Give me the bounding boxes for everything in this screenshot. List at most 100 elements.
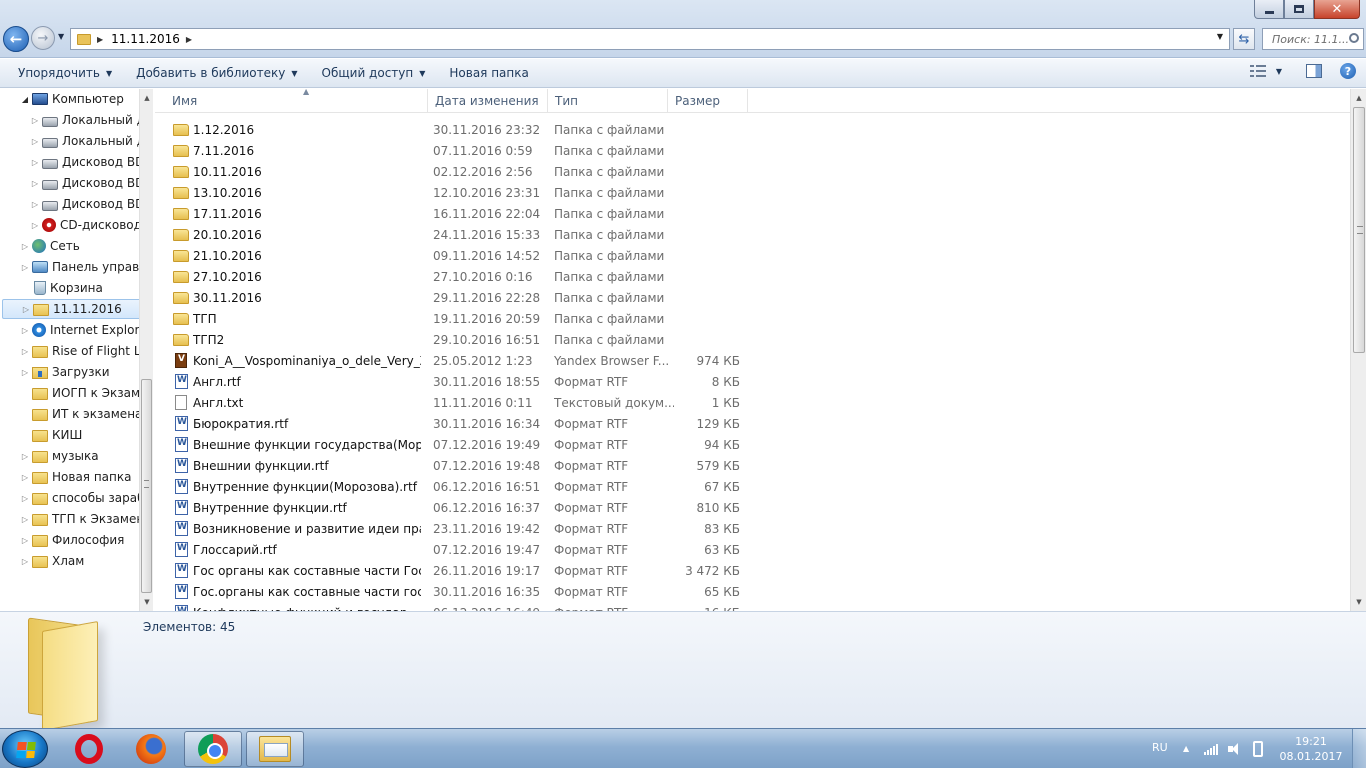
close-button[interactable]: ✕: [1314, 0, 1360, 19]
file-row[interactable]: Гос органы как составные части Гос.А... 2…: [167, 560, 747, 581]
expanded-arrow-icon[interactable]: ◢: [20, 95, 30, 104]
scroll-down-icon[interactable]: ▼: [140, 595, 154, 609]
file-row[interactable]: Конфликтные функций и государ... 06.12.20…: [167, 602, 747, 611]
nav-item[interactable]: ▷ 11.11.2016: [2, 299, 139, 319]
forward-button[interactable]: →: [31, 26, 55, 50]
file-row[interactable]: Англ.rtf 30.11.2016 18:55 Формат RTF 8 КБ: [167, 371, 747, 392]
nav-item[interactable]: ▷ Дисковод BD-: [0, 152, 139, 172]
system-clock[interactable]: 19:21 08.01.2017: [1276, 734, 1346, 764]
file-row[interactable]: 7.11.2016 07.11.2016 0:59 Папка с файлами: [167, 140, 747, 161]
network-signal-icon[interactable]: [1204, 743, 1218, 755]
nav-item[interactable]: ▷ Internet Explorer: [0, 320, 139, 340]
recent-locations-dropdown[interactable]: ▼: [58, 32, 64, 41]
nav-item[interactable]: ◢ Компьютер: [0, 89, 124, 109]
nav-item[interactable]: ▷ Локальный ди: [0, 110, 139, 130]
nav-item[interactable]: ▷ ТГП к Экзамена: [0, 509, 139, 529]
file-row[interactable]: Гос.органы как составные части гос.ап...…: [167, 581, 747, 602]
file-row[interactable]: 17.11.2016 16.11.2016 22:04 Папка с файлам…: [167, 203, 747, 224]
column-size-header[interactable]: Размер: [668, 89, 748, 113]
taskbar-explorer[interactable]: [246, 731, 304, 767]
nav-item[interactable]: ▷ CD-дисковод: [0, 215, 139, 235]
file-row[interactable]: Внешнии функции.rtf 07.12.2016 19:48 Форма…: [167, 455, 747, 476]
file-row[interactable]: ТГП 19.11.2016 20:59 Папка с файлами: [167, 308, 747, 329]
file-list-scroll-thumb[interactable]: [1353, 107, 1365, 353]
address-history-dropdown[interactable]: ▼: [1217, 32, 1223, 41]
expand-arrow-icon[interactable]: ▷: [30, 179, 40, 188]
nav-item[interactable]: ▷ Хлам: [0, 551, 84, 571]
preview-pane-icon[interactable]: [1306, 64, 1322, 78]
scroll-up-icon[interactable]: ▲: [140, 91, 154, 105]
column-type-header[interactable]: Тип: [548, 89, 668, 113]
nav-item[interactable]: ▷ Сеть: [0, 236, 80, 256]
nav-item[interactable]: ▷ Загрузки: [0, 362, 110, 382]
nav-item[interactable]: ▷ Rise of Flight Leg: [0, 341, 139, 361]
nav-item[interactable]: ▷ Философия: [0, 530, 124, 550]
new-folder-button[interactable]: Новая папка: [437, 59, 540, 87]
file-row[interactable]: Англ.txt 11.11.2016 0:11 Текстовый докум..…: [167, 392, 747, 413]
breadcrumb-chevron-icon[interactable]: ▶: [97, 35, 103, 44]
expand-arrow-icon[interactable]: ▷: [30, 200, 40, 209]
expand-arrow-icon[interactable]: ▷: [20, 473, 30, 482]
expand-arrow-icon[interactable]: ▷: [20, 452, 30, 461]
file-row[interactable]: Внутренние функции(Морозова).rtf 06.12.20…: [167, 476, 747, 497]
file-row[interactable]: 20.10.2016 24.11.2016 15:33 Папка с файлам…: [167, 224, 747, 245]
expand-arrow-icon[interactable]: ▷: [20, 368, 30, 377]
file-list-scrollbar[interactable]: ▲ ▼: [1350, 89, 1366, 611]
back-button[interactable]: ←: [3, 26, 29, 52]
nav-item[interactable]: ИОГП к Экзаме: [0, 383, 139, 403]
nav-item[interactable]: ▷ музыка: [0, 446, 99, 466]
file-row[interactable]: 27.10.2016 27.10.2016 0:16 Папка с файлами: [167, 266, 747, 287]
help-icon[interactable]: ?: [1340, 63, 1356, 79]
expand-arrow-icon[interactable]: ▷: [20, 557, 30, 566]
expand-arrow-icon[interactable]: ▷: [30, 137, 40, 146]
organize-button[interactable]: Упорядочить ▼: [0, 59, 124, 87]
nav-item[interactable]: ▷ Панель управле: [0, 257, 139, 277]
taskbar-chrome[interactable]: [184, 731, 242, 767]
volume-icon[interactable]: [1228, 742, 1242, 756]
file-row[interactable]: Внутренние функции.rtf 06.12.2016 16:37 Фо…: [167, 497, 747, 518]
file-row[interactable]: 10.11.2016 02.12.2016 2:56 Папка с файлами: [167, 161, 747, 182]
scroll-down-icon[interactable]: ▼: [1352, 595, 1366, 609]
taskbar-firefox[interactable]: [122, 731, 180, 767]
file-row[interactable]: 13.10.2016 12.10.2016 23:31 Папка с файлам…: [167, 182, 747, 203]
navigation-scrollbar[interactable]: ▲ ▼: [139, 89, 153, 611]
nav-item[interactable]: КИШ: [0, 425, 82, 445]
refresh-button[interactable]: ⇆: [1233, 28, 1255, 50]
file-row[interactable]: ТГП2 29.10.2016 16:51 Папка с файлами: [167, 329, 747, 350]
nav-item[interactable]: Корзина: [0, 278, 103, 298]
power-icon[interactable]: [1253, 741, 1263, 757]
nav-item[interactable]: ▷ способы зараб: [0, 488, 139, 508]
breadcrumb-current[interactable]: 11.11.2016: [111, 32, 180, 46]
share-button[interactable]: Общий доступ ▼: [310, 59, 438, 87]
expand-arrow-icon[interactable]: ▷: [30, 221, 40, 230]
show-desktop-button[interactable]: [1352, 729, 1366, 768]
nav-item[interactable]: ▷ Новая папка: [0, 467, 131, 487]
nav-item[interactable]: ▷ Дисковод BD-: [0, 173, 139, 193]
file-row[interactable]: Глоссарий.rtf 07.12.2016 19:47 Формат RTF 6…: [167, 539, 747, 560]
view-options-dropdown[interactable]: ▼: [1276, 67, 1282, 76]
nav-item[interactable]: ИТ к экзаменам: [0, 404, 139, 424]
expand-arrow-icon[interactable]: ▷: [30, 116, 40, 125]
language-indicator[interactable]: RU: [1152, 741, 1168, 754]
scroll-up-icon[interactable]: ▲: [1352, 91, 1366, 105]
column-date-header[interactable]: Дата изменения: [428, 89, 548, 113]
expand-arrow-icon[interactable]: ▷: [20, 515, 30, 524]
file-row[interactable]: Бюрократия.rtf 30.11.2016 16:34 Формат RTF…: [167, 413, 747, 434]
maximize-button[interactable]: [1284, 0, 1314, 19]
column-name-header[interactable]: Имя ▲: [165, 89, 428, 113]
file-row[interactable]: 21.10.2016 09.11.2016 14:52 Папка с файлам…: [167, 245, 747, 266]
taskbar-opera[interactable]: [60, 731, 118, 767]
show-hidden-icons-icon[interactable]: ▲: [1183, 744, 1189, 753]
file-row[interactable]: Koni_A__Vospominaniya_o_dele_Very_Za... 2…: [167, 350, 747, 371]
file-row[interactable]: 1.12.2016 30.11.2016 23:32 Папка с файлами: [167, 119, 747, 140]
expand-arrow-icon[interactable]: ▷: [20, 494, 30, 503]
expand-arrow-icon[interactable]: ▷: [20, 347, 30, 356]
expand-arrow-icon[interactable]: ▷: [21, 305, 31, 314]
breadcrumb-chevron-icon[interactable]: ▶: [186, 35, 192, 44]
expand-arrow-icon[interactable]: ▷: [30, 158, 40, 167]
search-input[interactable]: Поиск: 11.1...: [1262, 28, 1364, 50]
address-bar[interactable]: ▶ 11.11.2016 ▶ ▼: [70, 28, 1230, 50]
expand-arrow-icon[interactable]: ▷: [20, 536, 30, 545]
minimize-button[interactable]: [1254, 0, 1284, 19]
file-row[interactable]: Возникновение и развитие идеи право... 23…: [167, 518, 747, 539]
